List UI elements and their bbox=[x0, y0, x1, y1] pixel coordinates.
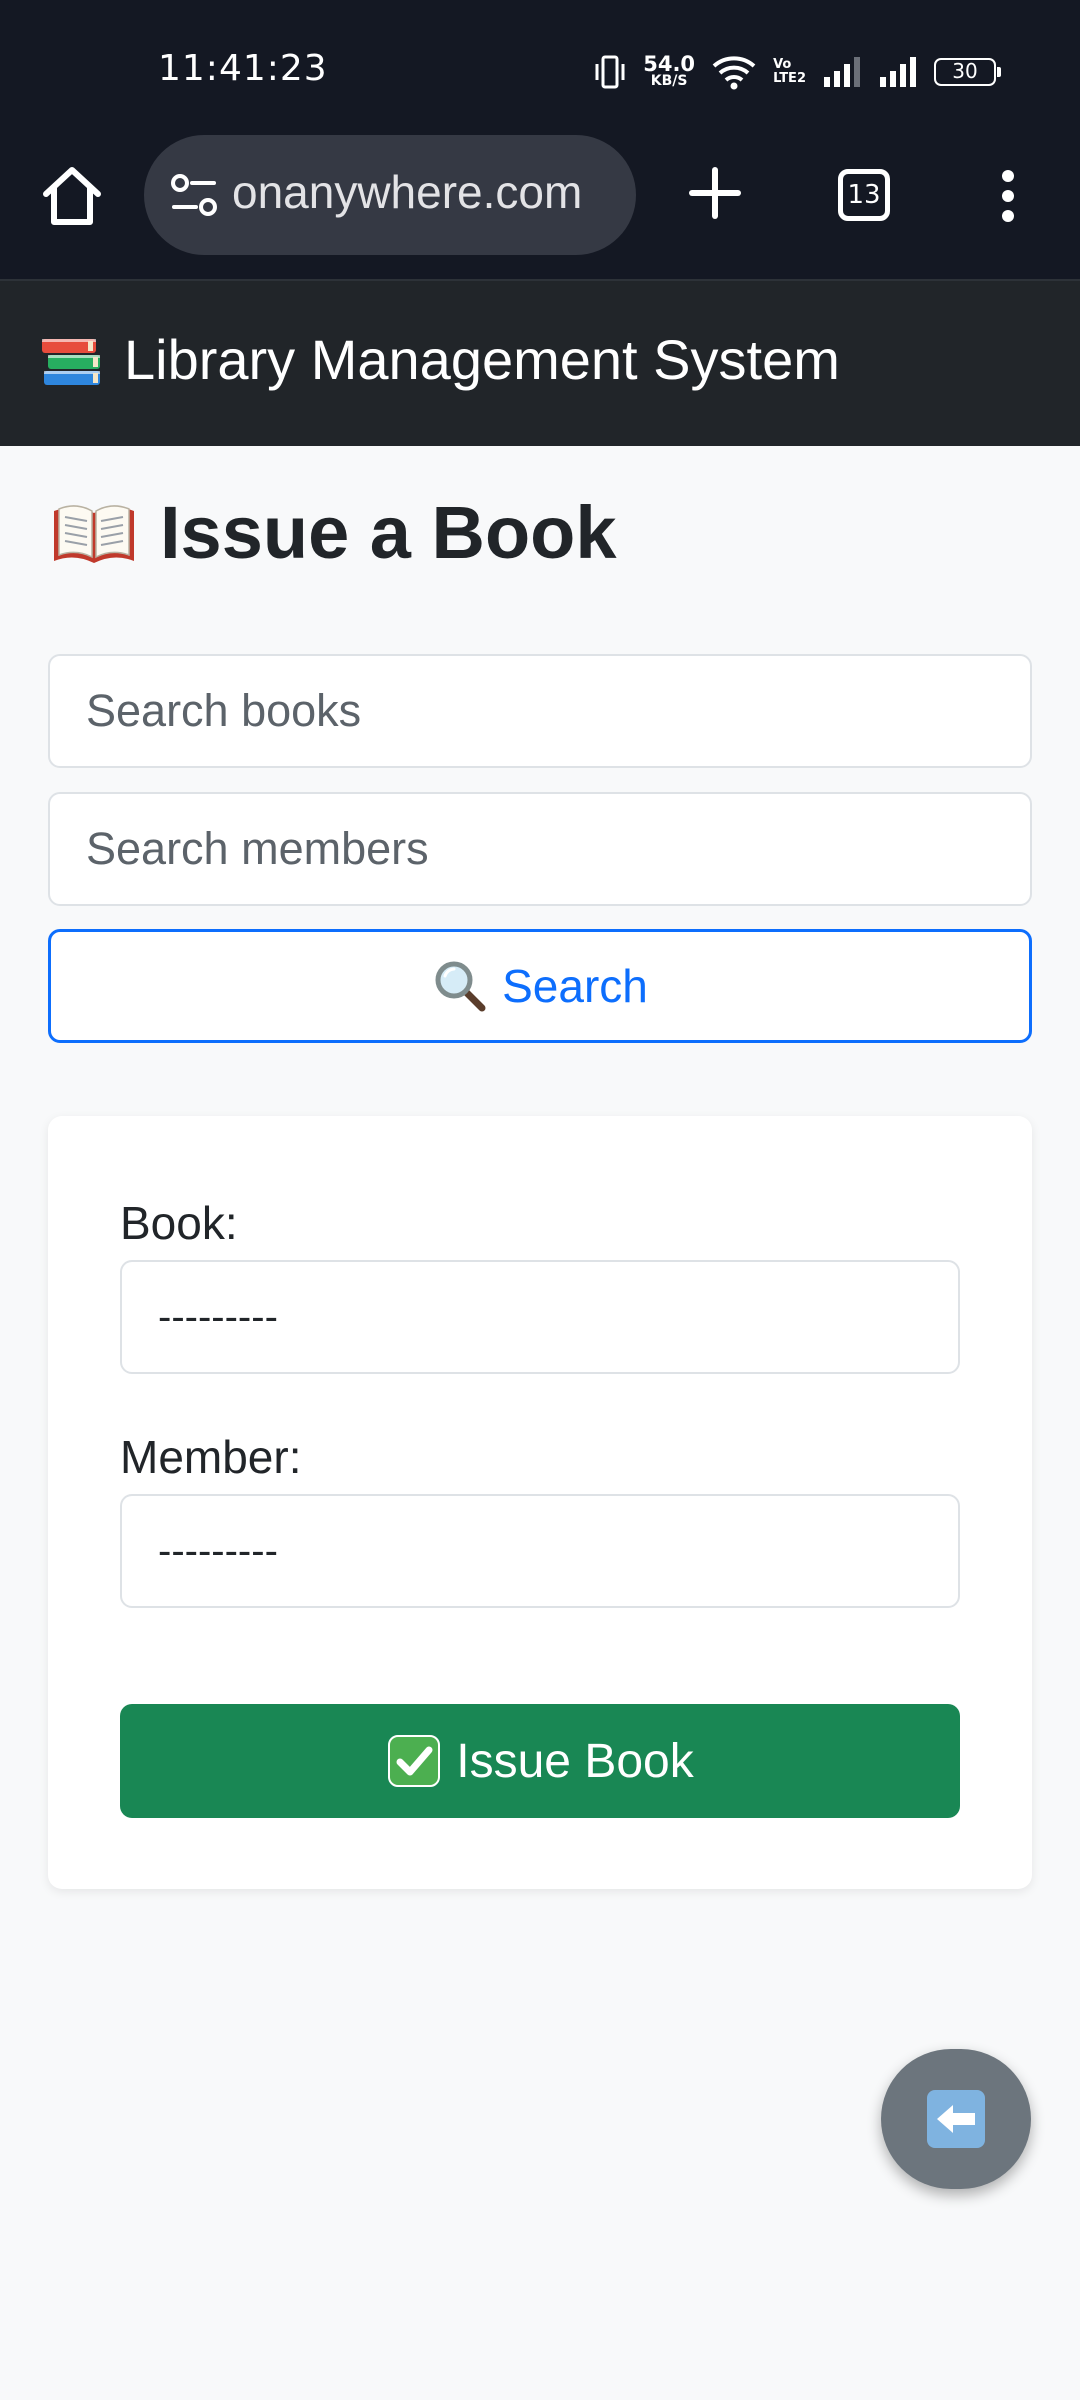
battery-indicator: 30 bbox=[934, 58, 1001, 86]
brand-title: Library Management System bbox=[124, 327, 840, 391]
magnifier-icon bbox=[435, 961, 486, 1012]
network-speed: 54.0 KB/S bbox=[643, 52, 696, 89]
address-bar[interactable]: onanywhere.com bbox=[144, 135, 636, 255]
app-navbar: Library Management System bbox=[0, 279, 1080, 446]
home-button[interactable] bbox=[36, 160, 108, 232]
navbar-brand[interactable]: Library Management System bbox=[38, 325, 840, 393]
plus-icon bbox=[689, 167, 741, 219]
back-arrow-icon bbox=[927, 2090, 985, 2148]
new-tab-button[interactable] bbox=[680, 158, 750, 228]
signal-1-icon bbox=[824, 57, 860, 87]
member-select-value: --------- bbox=[158, 1529, 278, 1573]
home-icon bbox=[43, 167, 101, 225]
member-label: Member: bbox=[120, 1431, 302, 1483]
search-button-label: Search bbox=[502, 960, 648, 1012]
url-text[interactable]: onanywhere.com bbox=[232, 165, 612, 219]
vibrate-icon bbox=[595, 55, 625, 89]
tab-switcher-button[interactable]: 13 bbox=[838, 169, 890, 221]
issue-book-label: Issue Book bbox=[456, 1734, 694, 1788]
signal-2-icon bbox=[880, 57, 916, 87]
search-button[interactable]: Search bbox=[48, 929, 1032, 1043]
network-speed-unit: KB/S bbox=[650, 73, 688, 89]
back-fab-button[interactable] bbox=[881, 2049, 1031, 2189]
book-select-value: --------- bbox=[158, 1295, 278, 1339]
more-vertical-icon bbox=[1002, 170, 1014, 222]
browser-toolbar: onanywhere.com 13 bbox=[0, 135, 1080, 279]
status-bar: 11:41:23 54.0 KB/S Vo LTE2 30 bbox=[0, 0, 1080, 135]
check-mark-button-icon bbox=[388, 1735, 441, 1787]
status-icons: 54.0 KB/S Vo LTE2 30 bbox=[593, 50, 1001, 94]
volte-line1: Vo bbox=[773, 57, 792, 72]
open-book-icon bbox=[54, 504, 134, 563]
page-title: Issue a Book bbox=[50, 490, 617, 575]
volte-line2: LTE2 bbox=[773, 71, 806, 86]
books-icon bbox=[42, 339, 100, 385]
site-settings-icon[interactable] bbox=[168, 169, 220, 221]
status-time: 11:41:23 bbox=[158, 48, 328, 89]
page-title-text: Issue a Book bbox=[160, 491, 617, 574]
wifi-icon bbox=[712, 56, 756, 90]
book-select[interactable]: --------- bbox=[120, 1260, 960, 1374]
issue-form-card: Book: --------- Member: --------- Issue … bbox=[48, 1116, 1032, 1889]
search-members-input[interactable] bbox=[48, 792, 1032, 906]
issue-book-button[interactable]: Issue Book bbox=[120, 1704, 960, 1818]
book-label: Book: bbox=[120, 1197, 238, 1249]
volte-indicator: Vo LTE2 bbox=[773, 58, 806, 86]
search-books-input[interactable] bbox=[48, 654, 1032, 768]
member-select[interactable]: --------- bbox=[120, 1494, 960, 1608]
browser-menu-button[interactable] bbox=[986, 168, 1030, 224]
network-speed-value: 54.0 bbox=[643, 52, 696, 76]
